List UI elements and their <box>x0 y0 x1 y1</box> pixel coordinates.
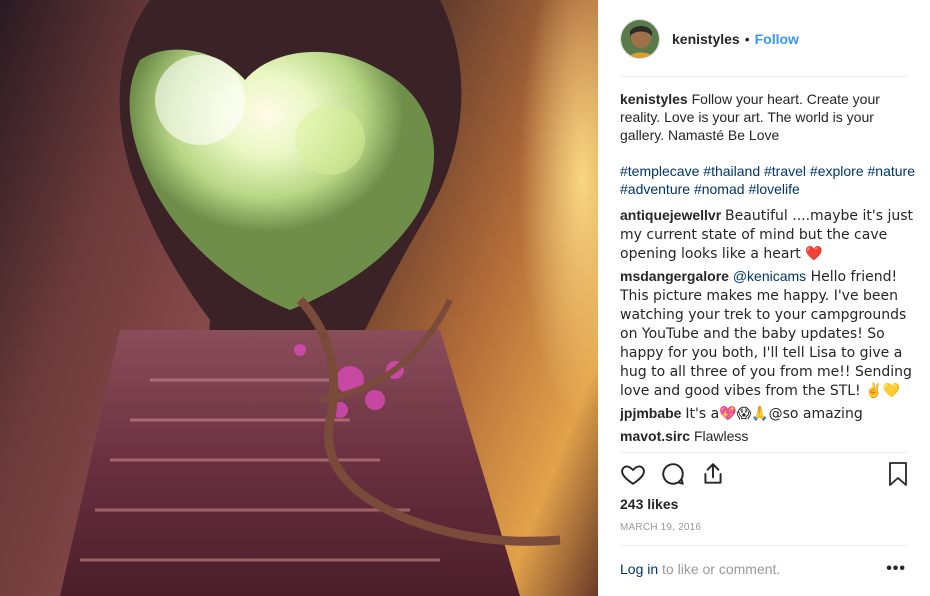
action-bar <box>620 461 910 489</box>
instagram-post: kenistyles • Follow kenistyles Follow yo… <box>0 0 930 596</box>
follow-button[interactable]: Follow <box>755 31 799 47</box>
footer-divider <box>620 545 908 546</box>
hashtag-link[interactable]: #nomad <box>694 181 745 197</box>
comment-item: antiquejewellvr Beautiful ....maybe it's… <box>620 206 916 263</box>
login-prompt-text: to like or comment. <box>658 561 781 577</box>
hashtag-link[interactable]: #explore <box>810 163 864 179</box>
hashtag-link[interactable]: #travel <box>764 163 806 179</box>
heart-icon[interactable] <box>620 461 648 489</box>
comment-item: mavot.sirc Flawless <box>620 427 916 445</box>
comment-text: It's a💖😱🙏@so amazing <box>685 406 863 422</box>
comment-text: Hello friend! This picture makes me happ… <box>620 269 912 399</box>
hashtag-link[interactable]: #templecave <box>620 163 699 179</box>
comment-text: Flawless <box>693 428 749 444</box>
comment-item: jpjmbabe It's a💖😱🙏@so amazing <box>620 404 916 423</box>
cave-heart-photo <box>0 0 598 596</box>
header-separator: • <box>744 30 750 47</box>
header-divider <box>620 76 908 77</box>
more-options-icon[interactable]: ••• <box>886 560 906 578</box>
comment-username[interactable]: mavot.sirc <box>620 428 690 444</box>
post-photo[interactable] <box>0 0 598 596</box>
comment-item: urfavgirl2 ❤️ <box>620 449 916 450</box>
bookmark-icon[interactable] <box>886 461 914 489</box>
avatar[interactable] <box>620 18 660 59</box>
hashtag-link[interactable]: #adventure <box>620 181 690 197</box>
comment-username[interactable]: msdangergalore <box>620 268 729 284</box>
comment-mention[interactable]: @kenicams <box>733 268 806 284</box>
login-prompt: Log in to like or comment. <box>620 561 780 577</box>
header-username[interactable]: kenistyles <box>672 31 740 47</box>
comment-username[interactable]: antiquejewellvr <box>620 207 721 223</box>
caption-username[interactable]: kenistyles <box>620 91 688 107</box>
post-header: kenistyles • Follow <box>598 0 930 77</box>
comment-icon[interactable] <box>660 461 688 489</box>
actions-divider <box>620 452 908 453</box>
post-sidebar: kenistyles • Follow kenistyles Follow yo… <box>598 0 930 596</box>
login-link[interactable]: Log in <box>620 561 658 577</box>
post-date: MARCH 19, 2016 <box>620 522 702 533</box>
share-icon[interactable] <box>700 461 728 489</box>
likes-count[interactable]: 243 likes <box>620 496 678 512</box>
hashtag-link[interactable]: #nature <box>868 163 915 179</box>
comment-username[interactable]: jpjmbabe <box>620 405 681 421</box>
hashtag-link[interactable]: #lovelife <box>748 181 799 197</box>
avatar-image-icon <box>621 19 659 58</box>
caption-hashtags: #templecave #thailand #travel #explore #… <box>620 162 916 198</box>
comment-item: msdangergalore @kenicams Hello friend! T… <box>620 267 916 400</box>
hashtag-link[interactable]: #thailand <box>703 163 760 179</box>
caption: kenistyles Follow your heart. Create you… <box>620 90 916 144</box>
comments-list[interactable]: kenistyles Follow your heart. Create you… <box>620 90 916 450</box>
